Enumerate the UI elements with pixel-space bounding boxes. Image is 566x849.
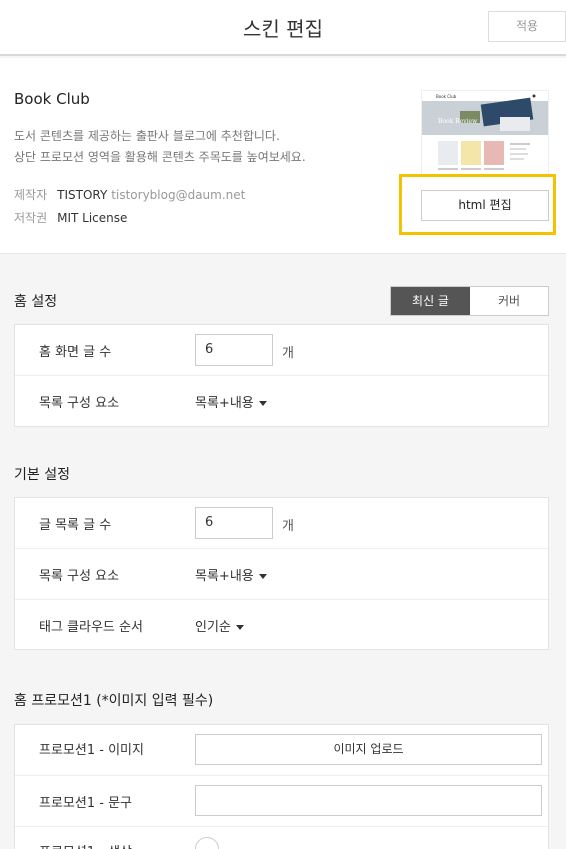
- setting-row: 프로모션1 - 이미지 이미지 업로드: [15, 725, 548, 776]
- color-picker[interactable]: [195, 837, 219, 849]
- setting-row: 태그 클라우드 순서 인기순: [15, 600, 548, 651]
- license-info: 저작권 MIT License: [14, 209, 127, 226]
- setting-row: 프로모션1 - 색상: [15, 827, 548, 849]
- basic-list-component-value: 목록+내용: [195, 569, 254, 584]
- chevron-down-icon: [258, 574, 267, 579]
- post-list-count-unit: 개: [282, 519, 294, 534]
- setting-row: 프로모션1 - 문구: [15, 776, 548, 827]
- home-post-count-unit: 개: [282, 346, 294, 361]
- skin-thumbnail: Book Club Book Review: [421, 90, 549, 176]
- setting-row: 글 목록 글 수 6 개: [15, 498, 548, 549]
- home-settings-title: 홈 설정: [14, 294, 58, 310]
- home-list-component-value: 목록+내용: [195, 396, 254, 411]
- chevron-down-icon: [235, 625, 244, 630]
- setting-row: 목록 구성 요소 목록+내용: [15, 549, 548, 600]
- thumbnail-title: Book Club: [436, 94, 457, 99]
- maker-email: tistoryblog@daum.net: [111, 188, 246, 202]
- skin-description: 도서 콘텐츠를 제공하는 출판사 블로그에 추천합니다. 상단 프로모션 영역을…: [14, 126, 306, 168]
- setting-row: 홈 화면 글 수 6 개: [15, 325, 548, 376]
- home-settings-panel: 홈 화면 글 수 6 개 목록 구성 요소 목록+내용: [14, 324, 549, 427]
- chevron-down-icon: [258, 401, 267, 406]
- tag-cloud-order-select[interactable]: 인기순: [195, 616, 244, 635]
- license-value: MIT License: [57, 211, 128, 225]
- image-upload-button[interactable]: 이미지 업로드: [195, 734, 542, 765]
- tag-cloud-order-value: 인기순: [195, 620, 231, 635]
- promotion1-color-label: 프로모션1 - 색상: [39, 841, 132, 849]
- thumbnail-banner-text: Book Review: [438, 118, 478, 125]
- tab-cover[interactable]: 커버: [470, 287, 548, 315]
- home-list-component-label: 목록 구성 요소: [39, 396, 120, 411]
- skin-thumbnail-image: Book Club Book Review: [422, 91, 548, 175]
- maker-name: TISTORY: [57, 188, 108, 202]
- home-post-count-label: 홈 화면 글 수: [39, 345, 112, 360]
- html-edit-button[interactable]: html 편집: [421, 190, 549, 221]
- basic-list-component-label: 목록 구성 요소: [39, 569, 120, 584]
- basic-list-component-select[interactable]: 목록+내용: [195, 565, 267, 584]
- maker-info: 제작자 TISTORY tistoryblog@daum.net: [14, 186, 245, 203]
- page-title: 스킨 편집: [243, 17, 323, 41]
- setting-row: 목록 구성 요소 목록+내용: [15, 376, 548, 427]
- home-list-component-select[interactable]: 목록+내용: [195, 392, 267, 411]
- home-post-count-input[interactable]: 6: [195, 334, 273, 366]
- basic-settings-panel: 글 목록 글 수 6 개 목록 구성 요소 목록+내용 태그 클라우드 순서 인…: [14, 497, 549, 650]
- basic-settings-title: 기본 설정: [14, 467, 70, 483]
- apply-button[interactable]: 적용: [488, 11, 566, 42]
- promotion1-text-input[interactable]: [195, 785, 542, 816]
- home-mode-toggle: 최신 글 커버: [390, 286, 549, 316]
- maker-label: 제작자: [14, 188, 48, 202]
- top-header: 스킨 편집 적용: [0, 0, 566, 56]
- post-list-count-input[interactable]: 6: [195, 507, 273, 539]
- tag-cloud-order-label: 태그 클라우드 순서: [39, 620, 143, 635]
- license-label: 저작권: [14, 211, 48, 225]
- promotion1-text-label: 프로모션1 - 문구: [39, 796, 132, 811]
- tab-latest-posts[interactable]: 최신 글: [391, 287, 470, 315]
- skin-description-line: 상단 프로모션 영역을 활용해 콘텐츠 주목도를 높여보세요.: [14, 150, 306, 164]
- skin-description-line: 도서 콘텐츠를 제공하는 출판사 블로그에 추천합니다.: [14, 129, 280, 143]
- skin-name: Book Club: [14, 90, 90, 108]
- promotion1-image-label: 프로모션1 - 이미지: [39, 743, 144, 758]
- promotion1-panel: 프로모션1 - 이미지 이미지 업로드 프로모션1 - 문구 프로모션1 - 색…: [14, 724, 549, 849]
- promotion1-title: 홈 프로모션1 (*이미지 입력 필수): [14, 693, 214, 709]
- post-list-count-label: 글 목록 글 수: [39, 518, 112, 533]
